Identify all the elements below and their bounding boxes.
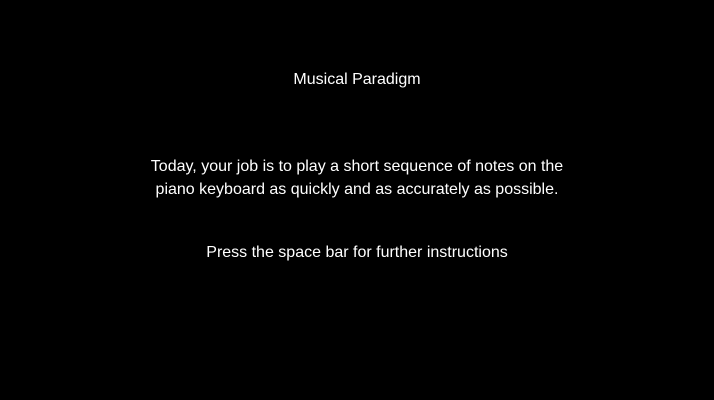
instruction-screen: Musical Paradigm Today, your job is to p… xyxy=(0,0,714,400)
continue-prompt: Press the space bar for further instruct… xyxy=(206,244,508,261)
task-instructions: Today, your job is to play a short seque… xyxy=(0,155,714,201)
screen-title: Musical Paradigm xyxy=(293,71,421,88)
instruction-line-1: Today, your job is to play a short seque… xyxy=(150,158,564,175)
instruction-line-2: piano keyboard as quickly and as accurat… xyxy=(155,181,559,198)
